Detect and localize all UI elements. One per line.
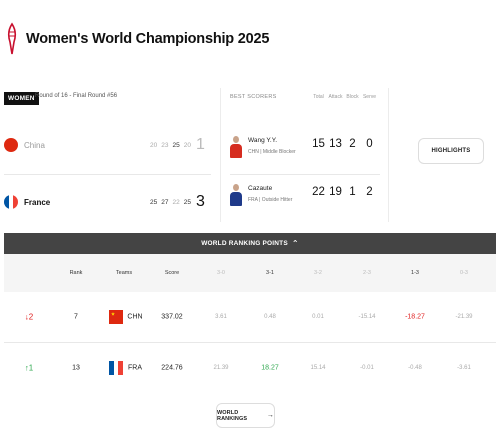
set-score: 20 xyxy=(150,141,158,149)
team-code: FRA xyxy=(128,364,142,371)
team-row-france[interactable]: France 25 27 22 25 3 xyxy=(4,185,209,219)
result-points: -21.39 xyxy=(455,314,473,320)
china-flag-icon xyxy=(109,310,123,324)
player-team-position: CHN | Middle Blocker xyxy=(248,149,296,155)
scorer-stat-headers: Total Attack Block Serve xyxy=(310,94,378,100)
player-name: Wang Y.Y. xyxy=(248,137,278,144)
stat-value: 1 xyxy=(349,186,356,198)
divider xyxy=(220,88,221,222)
player-team-position: FRA | Outside Hitter xyxy=(248,197,293,203)
rank-movement-up: ↑1 xyxy=(24,363,34,372)
result-points: 3.61 xyxy=(215,314,227,320)
set-scores: 20 23 25 20 xyxy=(150,142,191,149)
rank-movement-down: ↓2 xyxy=(24,312,34,322)
stat-header: Serve xyxy=(362,94,377,100)
team-score: 337.02 xyxy=(161,313,183,321)
divider xyxy=(388,88,389,222)
stat-value: 19 xyxy=(329,186,342,198)
world-rankings-label: WORLD RANKINGS xyxy=(217,409,248,422)
stat-header: Block xyxy=(346,94,359,100)
sets-won: 1 xyxy=(196,136,205,153)
world-ranking-points-label: WORLD RANKING POINTS xyxy=(201,240,288,247)
chevron-up-icon: ⌃ xyxy=(291,239,299,248)
stat-value: 13 xyxy=(329,138,342,150)
set-score: 20 xyxy=(183,141,191,149)
column-header-rank: Rank xyxy=(69,270,83,276)
world-rankings-button[interactable]: WORLD RANKINGS → xyxy=(216,403,275,428)
set-score: 25 xyxy=(183,198,191,206)
column-header-result: 0-3 xyxy=(460,270,468,276)
column-header-result: 2-3 xyxy=(363,270,371,276)
column-header-result: 3-1 xyxy=(266,270,274,276)
team-score: 224.76 xyxy=(161,364,183,371)
volleyball-federation-logo xyxy=(7,22,17,55)
team-name: France xyxy=(24,197,51,207)
result-points: 0.48 xyxy=(264,314,276,320)
team-row-china[interactable]: China 20 23 25 20 1 xyxy=(4,128,209,162)
match-card: WOMEN Round of 16 - Final Round #56 Chin… xyxy=(4,88,496,222)
team-name: China xyxy=(24,140,45,150)
best-scorer-row[interactable]: Wang Y.Y. CHN | Middle Blocker 15 13 2 0 xyxy=(230,132,380,166)
china-flag-icon xyxy=(4,138,18,152)
table-row: ↓2 7 CHN 337.02 3.61 0.48 0.01 -15.14 -1… xyxy=(4,292,496,342)
result-points: -0.48 xyxy=(408,364,422,371)
france-flag-icon xyxy=(109,360,124,375)
set-score: 27 xyxy=(161,198,169,206)
set-scores: 25 27 22 25 xyxy=(150,199,191,206)
column-header-result: 1-3 xyxy=(411,270,419,276)
player-avatar xyxy=(230,184,242,206)
world-ranking-points-toggle[interactable]: WORLD RANKING POINTS ⌃ xyxy=(4,233,496,254)
result-points: -3.61 xyxy=(457,364,471,371)
result-points-actual: 18.27 xyxy=(261,364,279,371)
column-header-result: 3-0 xyxy=(217,270,225,276)
stat-value: 22 xyxy=(312,186,325,198)
round-label: Round of 16 - Final Round #56 xyxy=(35,93,118,99)
result-points: -15.14 xyxy=(358,314,376,320)
divider xyxy=(4,174,211,175)
stat-value: 2 xyxy=(366,186,373,198)
team-code: CHN xyxy=(127,313,143,321)
page-title: Women's World Championship 2025 xyxy=(26,31,270,47)
set-score: 22 xyxy=(172,198,180,206)
best-scorer-row[interactable]: Cazaute FRA | Outside Hitter 22 19 1 2 xyxy=(230,180,380,214)
result-points: 15.14 xyxy=(310,364,326,371)
divider xyxy=(230,174,380,175)
stat-header: Attack xyxy=(328,94,343,100)
sets-won: 3 xyxy=(196,193,205,210)
player-name: Cazaute xyxy=(248,185,273,192)
category-badge: WOMEN xyxy=(4,92,39,105)
france-flag-icon xyxy=(4,195,18,209)
column-header-score: Score xyxy=(164,270,180,276)
player-stats: 22 19 1 2 xyxy=(310,186,378,198)
column-header-result: 3-2 xyxy=(314,270,322,276)
set-score: 23 xyxy=(161,141,169,149)
best-scorers-label: BEST SCORERS xyxy=(230,94,277,100)
arrow-right-icon: → xyxy=(266,412,274,419)
column-header-teams: Teams xyxy=(115,270,133,276)
rank-value: 13 xyxy=(72,364,80,371)
stat-value: 2 xyxy=(349,138,356,150)
player-stats: 15 13 2 0 xyxy=(310,138,378,150)
rank-value: 7 xyxy=(74,313,78,321)
result-points: -0.01 xyxy=(360,364,374,371)
table-row: ↑1 13 FRA 224.76 21.39 18.27 15.14 -0.01… xyxy=(4,342,496,392)
set-score: 25 xyxy=(172,141,180,149)
stat-header: Total xyxy=(313,94,324,100)
stat-value: 0 xyxy=(366,138,373,150)
ranking-table-header: Rank Teams Score 3-0 3-1 3-2 2-3 1-3 0-3 xyxy=(4,254,496,292)
player-avatar xyxy=(230,136,242,158)
result-points-actual: -18.27 xyxy=(405,313,425,321)
highlights-button[interactable]: HIGHLIGHTS xyxy=(418,138,484,164)
result-points: 21.39 xyxy=(213,364,229,371)
stat-value: 15 xyxy=(312,138,325,150)
page-header: Women's World Championship 2025 xyxy=(6,20,306,58)
set-score: 25 xyxy=(150,198,158,206)
result-points: 0.01 xyxy=(312,314,324,320)
